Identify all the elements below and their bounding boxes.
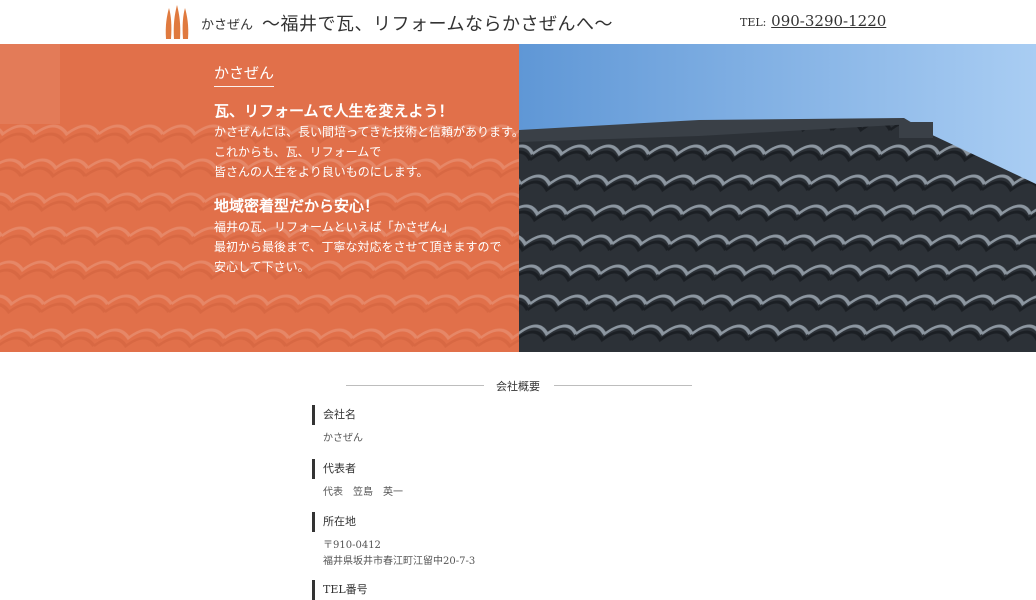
hero-banner: かさぜん 瓦、リフォームで人生を変えよう！ かさぜんには、長い間培ってきた技術と…: [0, 44, 1036, 352]
info-value-line: 〒910-0412: [323, 540, 381, 551]
info-label: 会社名: [312, 405, 712, 425]
info-label: TEL番号: [312, 580, 712, 600]
brand-name[interactable]: かさぜん: [201, 14, 253, 33]
hero-brand-name: かさぜん: [214, 62, 275, 87]
hero-line: 最初から最後まで、丁寧な対応をさせて頂きますので: [214, 240, 502, 254]
representative-item: 代表者 代表 笠島 英一: [312, 459, 712, 501]
dark-roof-tiles-photo: [519, 44, 1036, 352]
tel-contact: TEL: 090-3290-1220: [740, 12, 886, 30]
info-value: かさぜん: [312, 431, 712, 447]
hero-line: かさぜんには、長い間培ってきた技術と信頼があります。: [214, 125, 524, 139]
divider-right: [554, 385, 692, 386]
tel-item: TEL番号: [312, 580, 712, 600]
hero-heading-2: 地域密着型だから安心！: [214, 197, 380, 215]
hero-line: 安心して下さい。: [214, 260, 310, 274]
hero-heading-1: 瓦、リフォームで人生を変えよう！: [214, 102, 454, 120]
info-label: 代表者: [312, 459, 712, 479]
hero-roof-image-right: [519, 44, 1036, 352]
info-value-line: 代表 笠島 英一: [323, 487, 403, 498]
company-section-title: 会社概要: [346, 378, 692, 393]
info-value: 〒910-0412 福井県坂井市春江町江留中20-7-3: [312, 538, 712, 570]
info-value-line: かさぜん: [323, 433, 363, 444]
tel-label: TEL:: [740, 16, 767, 29]
divider-left: [346, 385, 484, 386]
info-value: 代表 笠島 英一: [312, 485, 712, 501]
tel-number-link[interactable]: 090-3290-1220: [771, 12, 886, 30]
info-value-line: 福井県坂井市春江町江留中20-7-3: [323, 556, 476, 567]
logo-icon[interactable]: [163, 5, 191, 39]
hero-line: 福井の瓦、リフォームといえば「かさぜん」: [214, 220, 454, 234]
hero-line: 皆さんの人生をより良いものにします。: [214, 165, 429, 179]
section-title-label: 会社概要: [496, 380, 540, 393]
hero-line: これからも、瓦、リフォームで: [214, 145, 382, 159]
site-header: かさぜん 〜福井で瓦、リフォームならかさぜんへ〜 TEL: 090-3290-1…: [0, 0, 1036, 45]
tagline: 〜福井で瓦、リフォームならかさぜんへ〜: [262, 14, 613, 35]
address-item: 所在地 〒910-0412 福井県坂井市春江町江留中20-7-3: [312, 512, 712, 570]
info-label: 所在地: [312, 512, 712, 532]
company-name-item: 会社名 かさぜん: [312, 405, 712, 447]
